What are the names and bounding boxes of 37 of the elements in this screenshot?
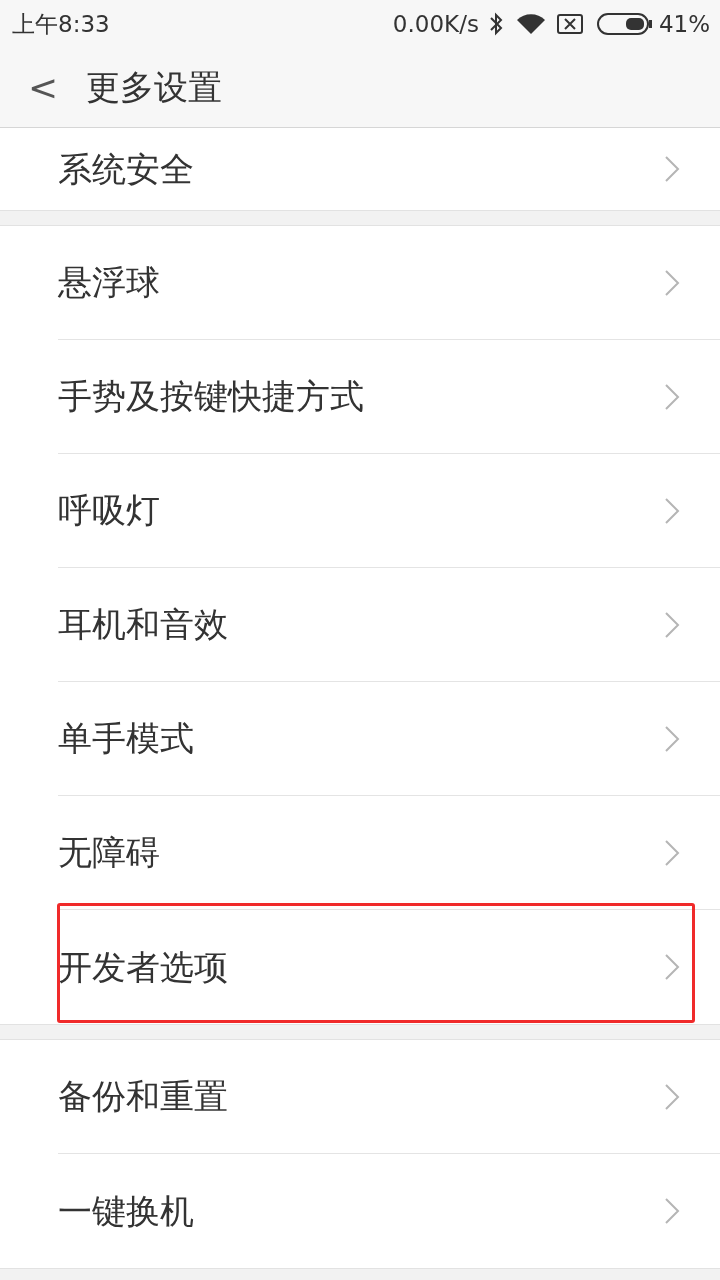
sim-icon <box>556 14 583 34</box>
item-label: 无障碍 <box>58 831 161 874</box>
settings-item[interactable]: 开发者选项 <box>0 910 720 1024</box>
back-button[interactable]: < <box>0 60 86 115</box>
chevron-right-icon <box>664 953 680 981</box>
page-title: 更多设置 <box>86 66 222 109</box>
settings-item[interactable]: 呼吸灯 <box>0 454 720 568</box>
item-label: 耳机和音效 <box>58 603 229 646</box>
chevron-right-icon <box>664 268 680 297</box>
battery-percent: 41% <box>658 9 710 39</box>
item-label: 系统安全 <box>58 147 195 191</box>
chevron-right-icon <box>664 838 680 867</box>
item-label: 呼吸灯 <box>58 489 161 532</box>
chevron-right-icon <box>664 1082 680 1111</box>
item-label: 开发者选项 <box>58 945 229 989</box>
battery-icon <box>596 12 653 36</box>
chevron-right-icon <box>664 155 680 183</box>
settings-item[interactable]: 备份和重置 <box>0 1040 720 1154</box>
settings-item[interactable]: 一键换机 <box>0 1154 720 1268</box>
settings-item[interactable]: 耳机和音效 <box>0 568 720 682</box>
settings-item[interactable]: 手势及按键快捷方式 <box>0 340 720 454</box>
item-label: 手势及按键快捷方式 <box>58 375 365 418</box>
chevron-right-icon <box>664 724 680 753</box>
chevron-right-icon <box>664 382 680 411</box>
settings-item[interactable]: 单手模式 <box>0 682 720 796</box>
settings-item[interactable]: 系统安全 <box>0 128 720 210</box>
settings-item[interactable]: 无障碍 <box>0 796 720 910</box>
settings-item[interactable]: 悬浮球 <box>0 226 720 340</box>
item-label: 悬浮球 <box>58 261 161 304</box>
status-time: 上午8:33 <box>12 9 110 39</box>
item-label: 一键换机 <box>58 1189 195 1233</box>
item-label: 备份和重置 <box>58 1075 229 1118</box>
chevron-right-icon <box>664 496 680 525</box>
chevron-right-icon <box>664 610 680 639</box>
item-label: 单手模式 <box>58 717 195 760</box>
network-speed: 0.00K/s <box>392 9 479 39</box>
chevron-right-icon <box>664 1197 680 1225</box>
